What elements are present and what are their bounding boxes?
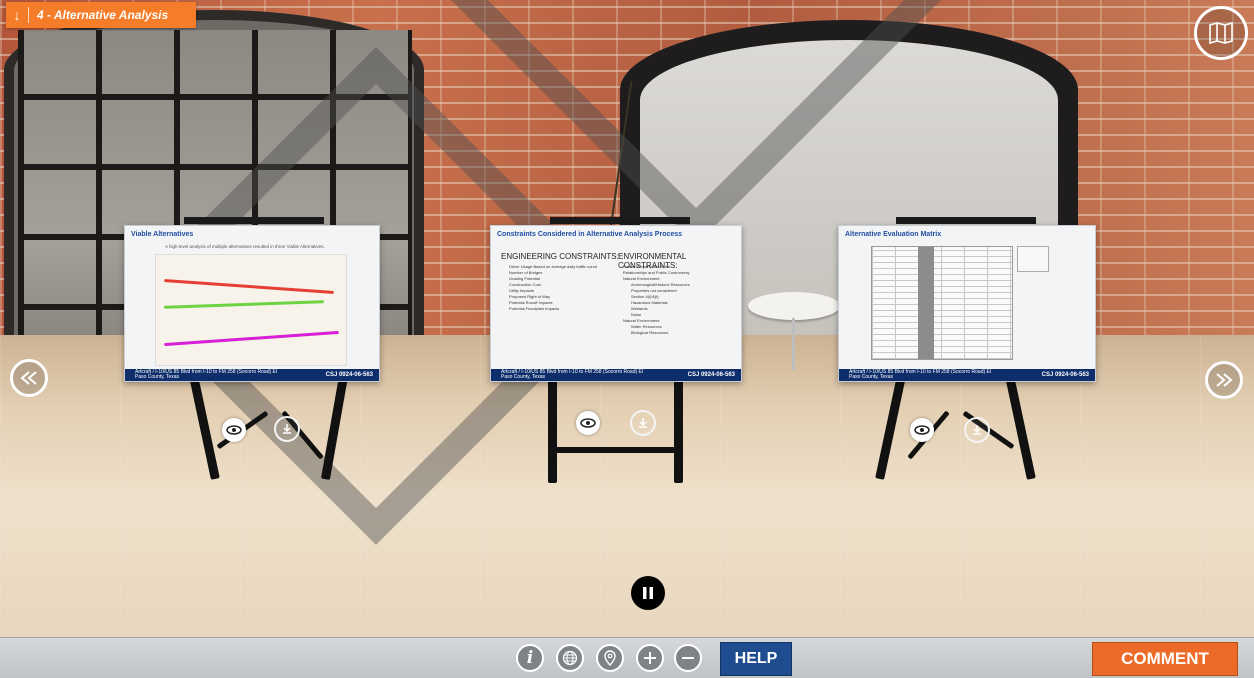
globe-icon [562, 650, 578, 666]
board-evaluation-matrix[interactable]: Alternative Evaluation Matrix Artcraft /… [838, 225, 1096, 382]
view-board-button[interactable] [222, 418, 246, 442]
table-leg [792, 318, 795, 370]
download-board-button[interactable] [274, 416, 300, 442]
pause-icon [643, 587, 653, 599]
engineering-heading: ENGINEERING CONSTRAINTS: [501, 252, 619, 261]
board-constraints[interactable]: Constraints Considered in Alternative An… [490, 225, 742, 382]
pause-button[interactable] [631, 576, 665, 610]
download-board-button[interactable] [630, 410, 656, 436]
view-board-button[interactable] [910, 418, 934, 442]
map-icon [1209, 22, 1233, 44]
eye-icon [914, 425, 930, 435]
board-title: Viable Alternatives [131, 231, 194, 238]
board-footer: Artcraft / I-10/US 85 Blvd from I-10 to … [491, 369, 741, 381]
location-button[interactable] [596, 644, 624, 672]
eye-icon [226, 425, 242, 435]
plus-icon [644, 652, 656, 664]
zoom-in-button[interactable] [636, 644, 664, 672]
info-icon: i [526, 648, 534, 668]
board-title: Constraints Considered in Alternative An… [497, 231, 683, 238]
board-footer: Artcraft / I-10/US 85 Blvd from I-10 to … [125, 369, 379, 381]
download-board-button[interactable] [964, 417, 990, 443]
help-button[interactable]: HELP [720, 642, 792, 676]
environmental-list: Private Property and Rural Relationships… [623, 264, 690, 335]
section-tab-label: 4 - Alternative Analysis [37, 8, 169, 22]
engineering-list: Driver Usage Based on average daily traf… [509, 264, 597, 311]
easel-3: Alternative Evaluation Matrix Artcraft /… [836, 215, 1098, 485]
download-icon [639, 418, 647, 428]
fast-forward-icon [1216, 373, 1233, 387]
location-pin-icon [604, 650, 616, 666]
minus-icon [682, 657, 694, 659]
info-button[interactable]: i [516, 644, 544, 672]
rewind-icon [20, 371, 37, 385]
easel-1: Viable Alternatives A high-level analysi… [120, 215, 380, 485]
map-graphic [155, 254, 347, 366]
previous-scene-button[interactable] [10, 359, 48, 397]
map-button[interactable] [1194, 6, 1248, 60]
globe-button[interactable] [556, 644, 584, 672]
view-board-button[interactable] [576, 411, 600, 435]
comment-button[interactable]: COMMENT [1092, 642, 1238, 676]
zoom-out-button[interactable] [674, 644, 702, 672]
easel-2: Constraints Considered in Alternative An… [488, 215, 746, 485]
board-title: Alternative Evaluation Matrix [845, 231, 942, 238]
download-icon [283, 424, 291, 434]
bottom-toolbar: i HELP COMMENT [0, 637, 1254, 678]
download-icon [973, 425, 981, 435]
board-viable-alternatives[interactable]: Viable Alternatives A high-level analysi… [124, 225, 380, 382]
matrix-table [871, 246, 1013, 360]
eye-icon [580, 418, 596, 428]
next-scene-button[interactable] [1205, 361, 1243, 399]
arrow-down-icon: ↓ [6, 7, 29, 23]
round-table [748, 292, 840, 320]
section-tab[interactable]: ↓ 4 - Alternative Analysis [6, 2, 196, 28]
matrix-legend [1017, 246, 1049, 272]
virtual-room-scene: Viable Alternatives A high-level analysi… [0, 0, 1254, 637]
board-footer: Artcraft / I-10/US 85 Blvd from I-10 to … [839, 369, 1095, 381]
board-subtitle: A high-level analysis of multiple altern… [165, 244, 325, 249]
